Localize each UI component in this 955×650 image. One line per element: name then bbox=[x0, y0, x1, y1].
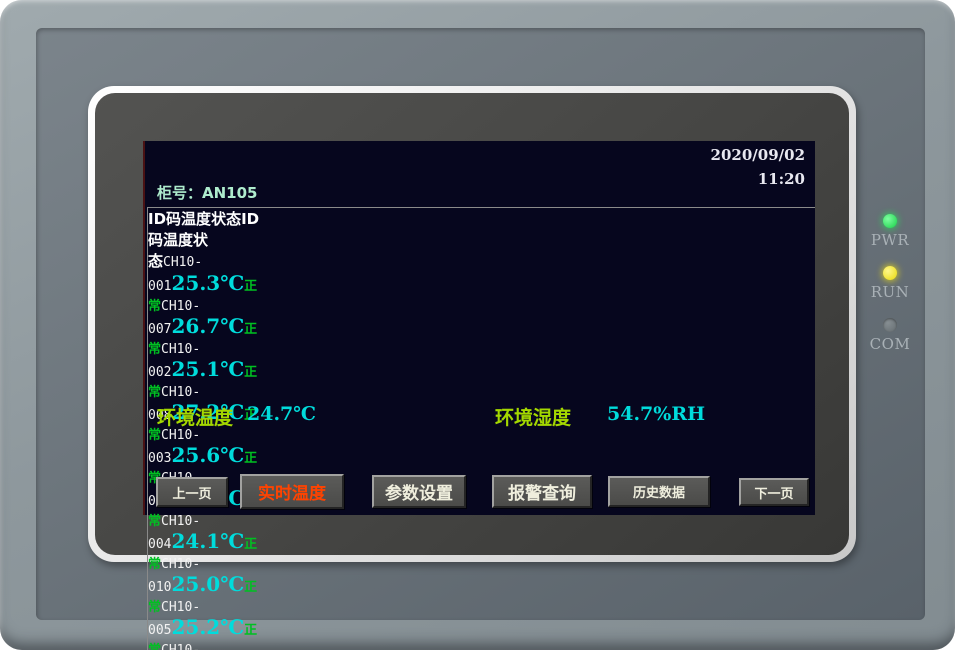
lcd-display: 2020/09/02 11:20 柜号：AN105 ID码温度状态ID码温度状态… bbox=[143, 141, 815, 515]
next-page-button[interactable]: 下一页 bbox=[739, 478, 809, 506]
pwr-indicator: PWR bbox=[860, 214, 920, 249]
hmi-panel: 2020/09/02 11:20 柜号：AN105 ID码温度状态ID码温度状态… bbox=[0, 0, 955, 650]
alarm-query-button[interactable]: 报警查询 bbox=[492, 475, 592, 508]
environment-row: 环境温度 24.7℃ 环境湿度 54.7%RH bbox=[145, 403, 815, 433]
env-humidity-label: 环境湿度 bbox=[495, 403, 571, 430]
date-display: 2020/09/02 bbox=[711, 146, 805, 164]
cabinet-id-label: 柜号：AN105 bbox=[157, 182, 257, 203]
param-settings-button[interactable]: 参数设置 bbox=[372, 475, 466, 508]
env-humidity-value: 54.7%RH bbox=[607, 403, 705, 425]
run-led-label: RUN bbox=[860, 283, 920, 301]
run-indicator: RUN bbox=[860, 266, 920, 301]
realtime-temp-button[interactable]: 实时温度 bbox=[240, 474, 344, 509]
run-led-icon bbox=[883, 266, 897, 280]
com-led-icon bbox=[883, 318, 897, 332]
pwr-led-label: PWR bbox=[860, 231, 920, 249]
time-display: 11:20 bbox=[758, 170, 805, 188]
env-temp-value: 24.7℃ bbox=[247, 403, 316, 425]
pwr-led-icon bbox=[883, 214, 897, 228]
device-case: 2020/09/02 11:20 柜号：AN105 ID码温度状态ID码温度状态… bbox=[0, 0, 955, 650]
env-temp-label: 环境温度 bbox=[157, 403, 233, 430]
history-data-button[interactable]: 历史数据 bbox=[608, 476, 710, 507]
prev-page-button[interactable]: 上一页 bbox=[156, 477, 228, 507]
com-indicator: COM bbox=[860, 318, 920, 353]
com-led-label: COM bbox=[860, 335, 920, 353]
